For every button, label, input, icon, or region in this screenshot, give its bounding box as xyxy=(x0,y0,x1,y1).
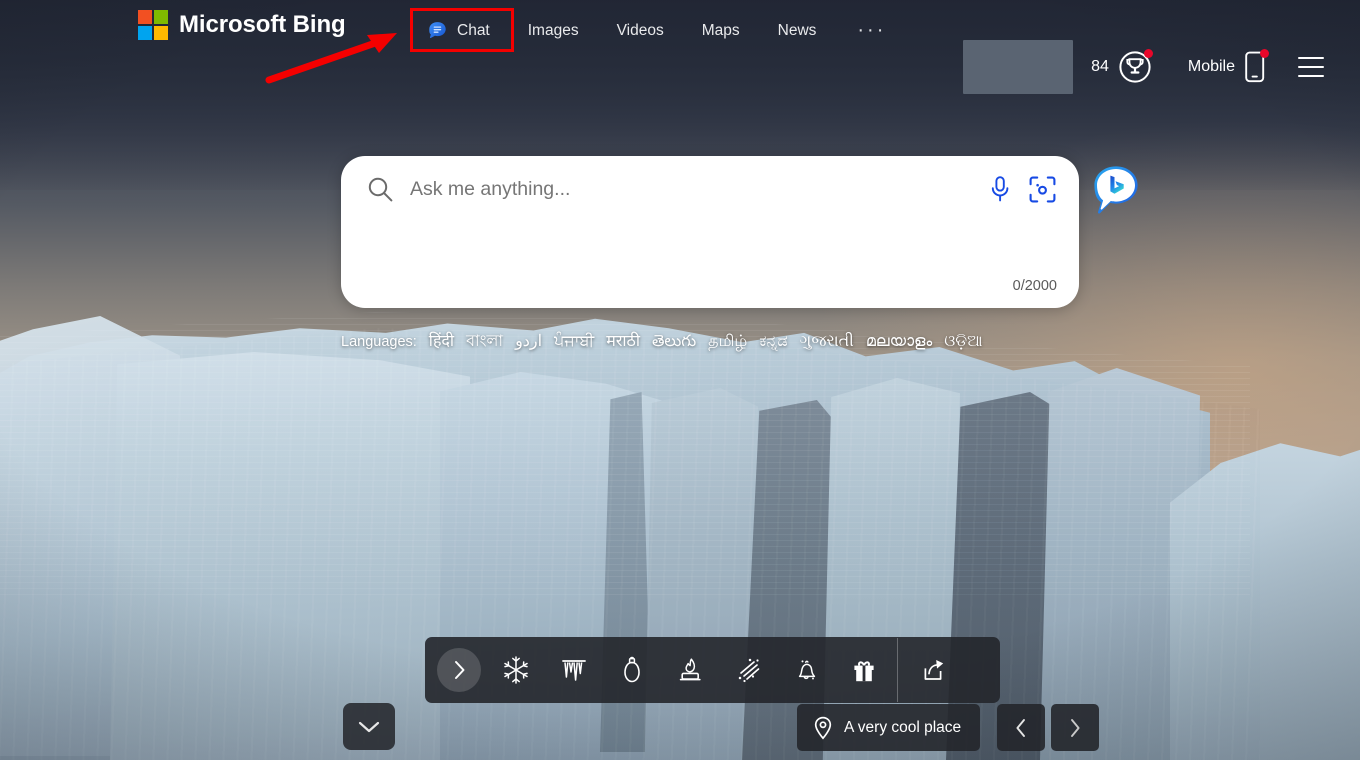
snowflake-icon xyxy=(504,656,528,684)
toolbar-item-snowflake[interactable] xyxy=(487,642,545,698)
toolbar-item-gift[interactable] xyxy=(835,642,893,698)
language-hindi[interactable]: हिंदी xyxy=(429,329,454,351)
site-header: Microsoft Bing Chat Images Videos Maps N… xyxy=(0,0,1360,110)
language-odia[interactable]: ଓଡ଼ିଆ xyxy=(944,333,982,351)
trophy-icon xyxy=(1118,49,1153,84)
toolbar-item-share[interactable] xyxy=(904,642,962,698)
microsoft-logo-icon xyxy=(138,10,168,40)
place-label: A very cool place xyxy=(844,718,962,736)
toolbar-item-ornament[interactable] xyxy=(603,642,661,698)
search-row xyxy=(341,156,1079,222)
previous-image-button[interactable] xyxy=(997,704,1045,751)
nav-label-chat: Chat xyxy=(457,21,490,39)
search-icon xyxy=(368,177,393,201)
ornament-icon xyxy=(624,656,640,683)
toolbar-item-fireplace[interactable] xyxy=(661,642,719,698)
language-tamil[interactable]: தமிழ் xyxy=(708,332,747,352)
chevron-right-icon xyxy=(1071,718,1080,737)
main-navigation: Chat Images Videos Maps News ··· xyxy=(410,8,908,53)
visual-search-icon[interactable] xyxy=(1028,175,1057,204)
chevron-right-icon xyxy=(454,661,464,679)
language-malayalam[interactable]: മലയാളം xyxy=(866,333,932,351)
location-pin-icon xyxy=(814,716,832,739)
bell-icon xyxy=(798,660,816,680)
chevron-left-icon xyxy=(1016,718,1025,737)
language-marathi[interactable]: मराठी xyxy=(606,329,640,351)
language-bengali[interactable]: বাংলা xyxy=(466,328,503,355)
rewards-notification-dot xyxy=(1143,49,1153,58)
character-counter: 0/2000 xyxy=(1012,278,1057,294)
nav-label-videos: Videos xyxy=(616,21,664,39)
chat-bubble-icon xyxy=(429,22,446,39)
phone-icon xyxy=(1244,49,1269,83)
account-name-placeholder[interactable] xyxy=(963,40,1074,94)
place-label-bar[interactable]: A very cool place xyxy=(797,704,981,751)
gift-icon xyxy=(854,661,874,682)
language-gujarati[interactable]: ગુજરાતી xyxy=(800,333,854,351)
search-action-icons xyxy=(988,175,1057,204)
nav-item-maps[interactable]: Maps xyxy=(683,11,759,51)
nav-label-news: News xyxy=(777,21,817,39)
language-urdu[interactable]: اردو xyxy=(515,331,542,351)
brand-logo[interactable]: Microsoft Bing xyxy=(138,10,346,40)
nav-item-chat[interactable]: Chat xyxy=(410,9,509,52)
toolbar-next-button[interactable] xyxy=(437,648,481,692)
mobile-label: Mobile xyxy=(1187,58,1235,75)
icicles-icon xyxy=(562,660,586,681)
mobile-notification-dot xyxy=(1260,49,1269,58)
language-punjabi[interactable]: ਪੰਜਾਬੀ xyxy=(554,333,594,351)
header-right-cluster: 84 Mobile xyxy=(963,40,1360,94)
bing-homepage: Microsoft Bing Chat Images Videos Maps N… xyxy=(0,0,1360,760)
mobile-button[interactable]: Mobile xyxy=(1187,49,1269,83)
toolbar-separator xyxy=(897,638,898,702)
nav-label-images: Images xyxy=(527,21,579,39)
languages-label: Languages: xyxy=(341,334,417,350)
search-card: 0/2000 xyxy=(341,156,1079,308)
rewards-button[interactable]: 84 xyxy=(1091,49,1153,84)
bing-chat-logo-icon[interactable] xyxy=(1089,163,1143,217)
languages-row: Languages: हिंदी বাংলা اردو ਪੰਜਾਬੀ मराठी… xyxy=(341,328,983,355)
seasonal-toolbar xyxy=(425,637,1000,703)
toolbar-item-icicles[interactable] xyxy=(545,642,603,698)
snowfall-icon xyxy=(738,658,760,683)
chevron-down-icon xyxy=(358,721,380,732)
nav-item-videos[interactable]: Videos xyxy=(598,11,683,51)
next-image-button[interactable] xyxy=(1051,704,1099,751)
microphone-icon[interactable] xyxy=(988,175,1012,203)
toolbar-item-snowfall[interactable] xyxy=(719,642,777,698)
rewards-points: 84 xyxy=(1091,58,1109,75)
nav-overflow-menu[interactable]: ··· xyxy=(835,8,908,53)
nav-item-images[interactable]: Images xyxy=(509,11,598,51)
collapse-button[interactable] xyxy=(343,703,395,750)
share-icon xyxy=(924,660,944,680)
nav-label-maps: Maps xyxy=(701,21,740,39)
toolbar-item-bell[interactable] xyxy=(777,642,835,698)
search-input[interactable] xyxy=(410,177,988,201)
fireplace-icon xyxy=(679,658,701,681)
language-kannada[interactable]: ಕನ್ನಡ xyxy=(759,333,787,351)
nav-item-news[interactable]: News xyxy=(759,11,836,51)
language-telugu[interactable]: తెలుగు xyxy=(652,332,696,354)
hamburger-icon[interactable] xyxy=(1298,57,1324,77)
brand-name: Microsoft Bing xyxy=(179,11,346,38)
